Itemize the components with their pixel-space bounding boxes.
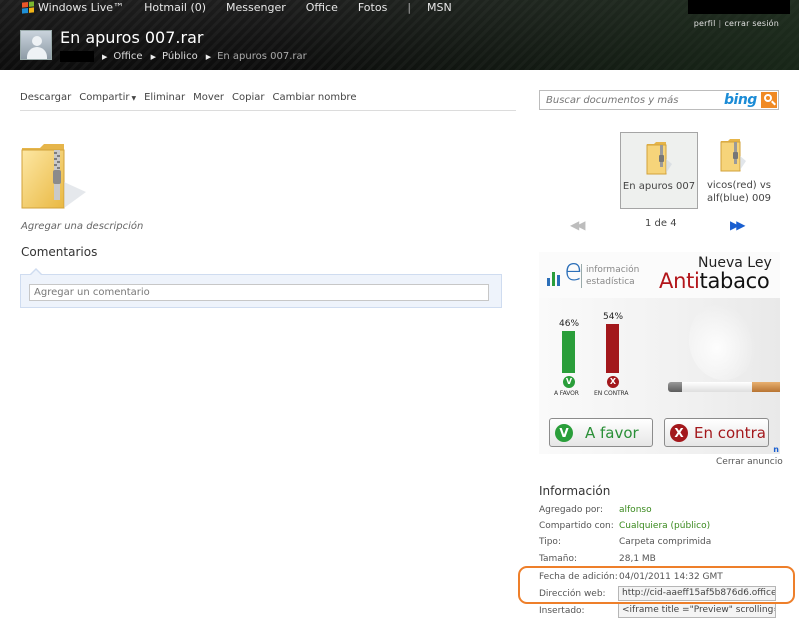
- comment-panel: Agregar un comentario: [20, 268, 502, 308]
- bing-logo: bing: [724, 92, 757, 108]
- nav-msn[interactable]: MSN: [427, 1, 452, 14]
- favor-small-label: A FAVOR: [554, 390, 579, 397]
- account-separator: |: [718, 19, 722, 28]
- delete-button[interactable]: Eliminar: [144, 92, 185, 110]
- contra-bar: [606, 324, 619, 373]
- smoke-graphic: [689, 300, 759, 380]
- zip-folder-icon: [720, 138, 746, 172]
- nav-office[interactable]: Office: [306, 1, 338, 14]
- search-input[interactable]: Buscar documentos y más: [546, 95, 678, 106]
- breadcrumb-publico[interactable]: Público: [162, 51, 198, 62]
- add-description-link[interactable]: Agregar una descripción: [21, 221, 143, 232]
- x-icon: X: [670, 424, 688, 442]
- previous-page-icon[interactable]: ◀◀: [570, 218, 586, 232]
- thumbnail-selected[interactable]: En apuros 007: [620, 132, 698, 209]
- x-icon: X: [607, 376, 619, 388]
- breadcrumb-office[interactable]: Office: [113, 51, 142, 62]
- ie-brand-text: información estadística: [586, 265, 640, 287]
- breadcrumb-arrow-icon: ▶: [150, 52, 156, 61]
- info-heading: Información: [539, 484, 611, 498]
- redacted-username: [688, 0, 790, 14]
- next-page-icon[interactable]: ▶▶: [730, 218, 746, 232]
- zip-folder-icon: [20, 142, 90, 210]
- page-header: Windows Live™ Hotmail (0) Messenger Offi…: [0, 0, 799, 70]
- nav-messenger[interactable]: Messenger: [226, 1, 286, 14]
- top-navigation: Windows Live™ Hotmail (0) Messenger Offi…: [22, 0, 472, 14]
- account-links: perfil | cerrar sesión: [694, 19, 779, 28]
- breadcrumb: ▶ Office ▶ Público ▶ En apuros 007.rar: [60, 51, 315, 62]
- search-box: Buscar documentos y más bing: [539, 90, 779, 110]
- share-button[interactable]: Compartir ▼: [79, 92, 136, 110]
- breadcrumb-current: En apuros 007.rar: [217, 51, 307, 62]
- vote-contra-button[interactable]: X En contra: [664, 418, 769, 447]
- zip-folder-icon: [646, 141, 672, 175]
- download-button[interactable]: Descargar: [20, 92, 71, 110]
- ie-bars-icon: [547, 266, 560, 286]
- close-ad-link[interactable]: Cerrar anuncio: [716, 457, 783, 467]
- embed-code-field[interactable]: <iframe title ="Preview" scrolling=": [618, 603, 776, 618]
- highlight-annotation: [518, 566, 795, 604]
- nav-fotos[interactable]: Fotos: [358, 1, 387, 14]
- thumbnail-item[interactable]: vicos(red) vs alf(blue) 009: [706, 134, 772, 206]
- comments-heading: Comentarios: [21, 245, 98, 259]
- page-title: En apuros 007.rar: [60, 28, 204, 47]
- chevron-down-icon: ▼: [131, 95, 137, 102]
- check-icon: V: [563, 376, 575, 388]
- search-icon[interactable]: [761, 92, 777, 108]
- vote-favor-button[interactable]: V A favor: [549, 418, 653, 447]
- nav-hotmail[interactable]: Hotmail (0): [144, 1, 206, 14]
- thumbnail-label: vicos(red) vs alf(blue) 009: [706, 180, 772, 204]
- thumbnail-label: En apuros 007: [622, 181, 696, 192]
- breadcrumb-arrow-icon: ▶: [205, 52, 212, 61]
- windows-live-brand[interactable]: Windows Live™: [22, 1, 124, 14]
- ie-logo: e: [564, 253, 583, 288]
- contra-percent: 54%: [603, 312, 624, 322]
- windows-flag-icon: [22, 0, 34, 14]
- brand-label: Windows Live™: [38, 0, 125, 14]
- favor-percent: 46%: [559, 319, 580, 329]
- share-label: Compartir: [79, 92, 130, 103]
- ad-headline: Antitabaco: [659, 269, 770, 293]
- page-indicator: 1 de 4: [645, 218, 677, 229]
- sign-out-link[interactable]: cerrar sesión: [724, 19, 779, 28]
- redacted-owner: [60, 51, 94, 62]
- advertisement[interactable]: e información estadística Nueva Ley Anti…: [539, 252, 780, 454]
- favor-bar: [562, 331, 575, 373]
- vote-favor-label: A favor: [585, 424, 639, 442]
- vote-contra-label: En contra: [694, 424, 766, 442]
- sharing-link[interactable]: Cualquiera (público): [619, 520, 710, 533]
- contra-small-label: EN CONTRA: [594, 390, 629, 397]
- file-toolbar: Descargar Compartir ▼ Eliminar Mover Copi…: [20, 92, 516, 111]
- breadcrumb-arrow-icon: ▶: [102, 52, 108, 61]
- check-icon: V: [555, 424, 573, 442]
- ad-corner-mark: n: [773, 445, 779, 454]
- copy-button[interactable]: Copiar: [232, 92, 264, 110]
- cigarette-graphic: [668, 382, 780, 392]
- profile-link[interactable]: perfil: [694, 19, 716, 28]
- rename-button[interactable]: Cambiar nombre: [272, 92, 356, 110]
- owner-link[interactable]: alfonso: [619, 504, 652, 517]
- nav-separator: |: [407, 0, 412, 14]
- comment-input[interactable]: Agregar un comentario: [29, 284, 489, 301]
- user-avatar-icon[interactable]: [20, 30, 52, 60]
- move-button[interactable]: Mover: [193, 92, 224, 110]
